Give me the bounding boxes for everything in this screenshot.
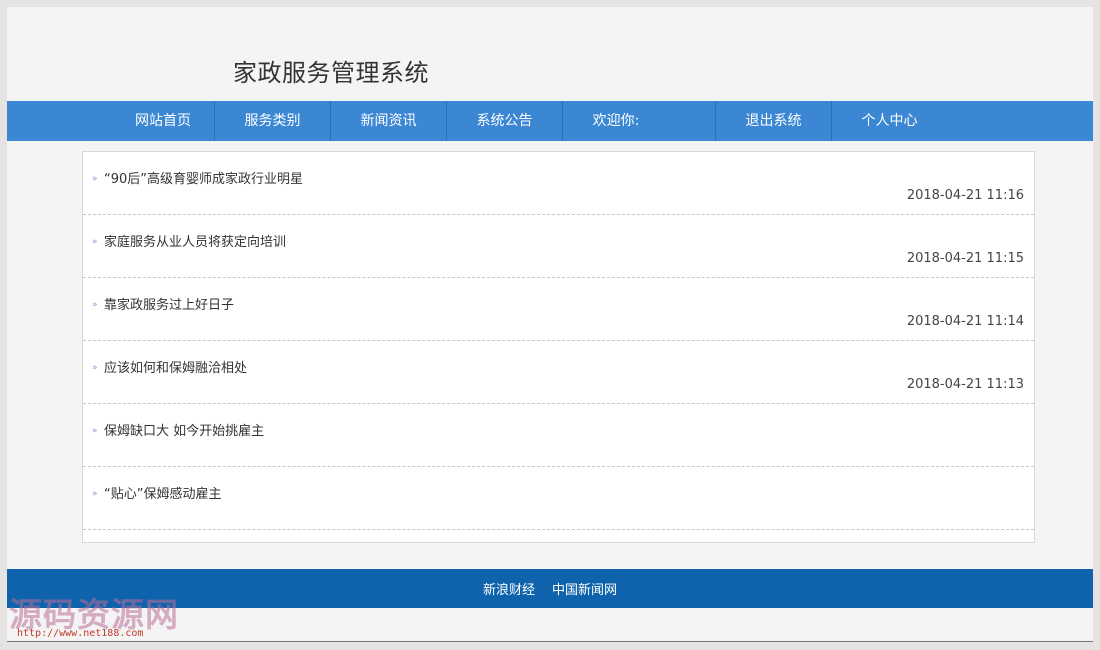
news-title[interactable]: 靠家政服务过上好日子 — [104, 294, 234, 313]
nav-item-profile[interactable]: 个人中心 — [832, 101, 947, 141]
site-title: 家政服务管理系统 — [233, 59, 429, 87]
news-title[interactable]: 应该如何和保姆融洽相处 — [104, 357, 247, 376]
double-chevron-icon: » — [92, 237, 98, 247]
news-list-item: » 家庭服务从业人员将获定向培训 2018-04-21 11:15 — [83, 215, 1034, 278]
news-list-item: » 靠家政服务过上好日子 2018-04-21 11:14 — [83, 278, 1034, 341]
double-chevron-icon: » — [92, 363, 98, 373]
double-chevron-icon: » — [92, 174, 98, 184]
page: 家政服务管理系统 网站首页 服务类别 新闻资讯 系统公告 欢迎你: 退出系统 个… — [7, 7, 1093, 642]
news-date: 2018-04-21 11:13 — [906, 377, 1024, 392]
watermark-url: http://www.net188.com — [17, 628, 144, 639]
nav-item-logout[interactable]: 退出系统 — [716, 101, 831, 141]
double-chevron-icon: » — [92, 300, 98, 310]
news-title[interactable]: “90后”高级育婴师成家政行业明星 — [104, 168, 303, 187]
news-title[interactable]: 家庭服务从业人员将获定向培训 — [104, 231, 286, 250]
nav-item-announcements[interactable]: 系统公告 — [447, 101, 562, 141]
nav-item-welcome: 欢迎你: — [592, 113, 640, 129]
watermark: 源码资源网 http://www.net188.com — [7, 588, 217, 642]
double-chevron-icon: » — [92, 489, 98, 499]
double-chevron-icon: » — [92, 426, 98, 436]
news-list-item: » “90后”高级育婴师成家政行业明星 2018-04-21 11:16 — [83, 152, 1034, 215]
news-list-item: » “贴心”保姆感动雇主 — [83, 467, 1034, 530]
news-list: » “90后”高级育婴师成家政行业明星 2018-04-21 11:16 » 家… — [82, 151, 1035, 543]
news-title[interactable]: “贴心”保姆感动雇主 — [104, 483, 221, 502]
news-list-item: » 保姆缺口大 如今开始挑雇主 — [83, 404, 1034, 467]
nav-item-service-categories[interactable]: 服务类别 — [215, 101, 330, 141]
main-nav: 网站首页 服务类别 新闻资讯 系统公告 欢迎你: 退出系统 个人中心 — [7, 101, 1093, 141]
nav-item-home[interactable]: 网站首页 — [113, 101, 213, 141]
news-title[interactable]: 保姆缺口大 如今开始挑雇主 — [104, 420, 264, 439]
news-date: 2018-04-21 11:14 — [906, 314, 1024, 329]
footer-link-china-news[interactable]: 中国新闻网 — [552, 583, 617, 598]
news-date: 2018-04-21 11:16 — [906, 188, 1024, 203]
nav-item-news[interactable]: 新闻资讯 — [331, 101, 446, 141]
news-date: 2018-04-21 11:15 — [906, 251, 1024, 266]
footer-link-sina-finance[interactable]: 新浪财经 — [483, 583, 535, 598]
news-list-item: » 应该如何和保姆融洽相处 2018-04-21 11:13 — [83, 341, 1034, 404]
